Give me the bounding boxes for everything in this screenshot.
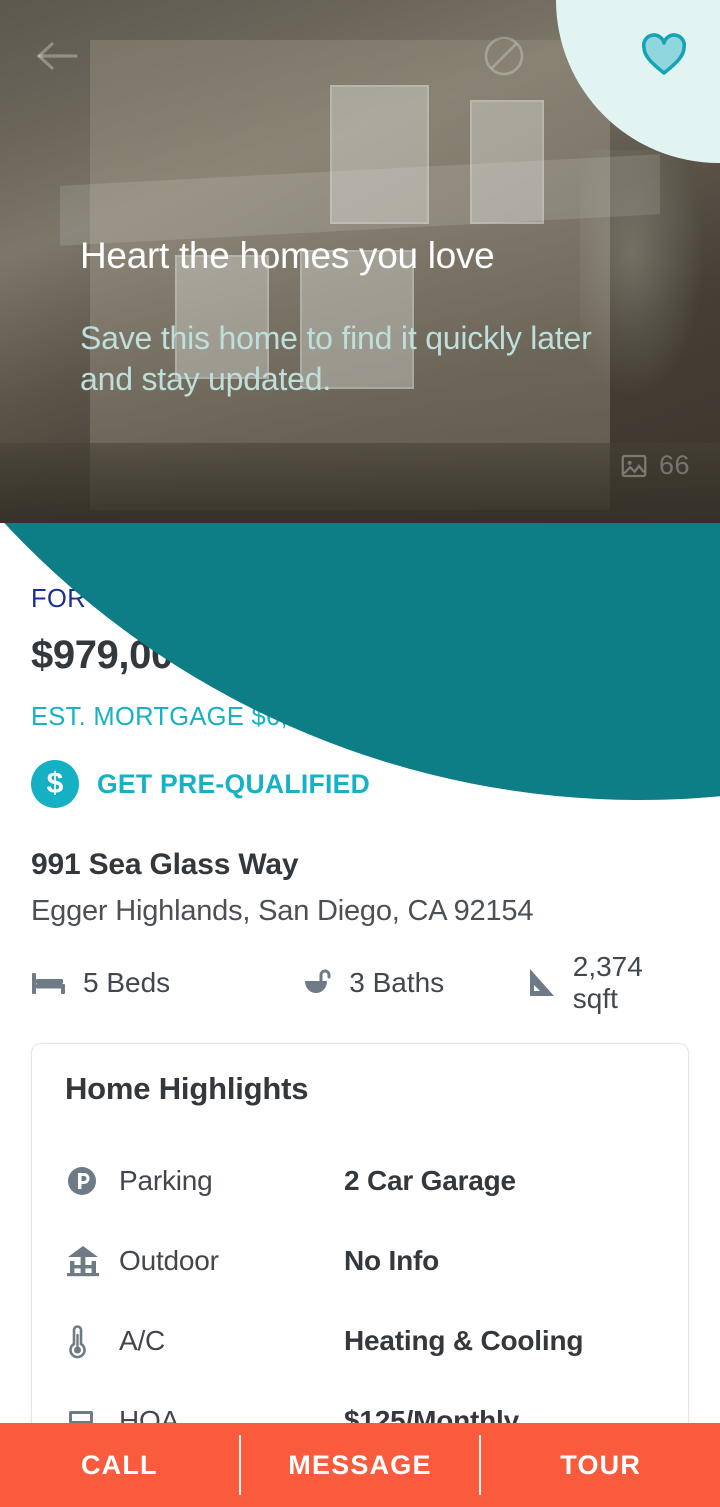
highlight-row-ac: A/C Heating & Cooling	[65, 1318, 655, 1364]
back-arrow-icon[interactable]	[34, 36, 80, 76]
fact-beds-label: 5 Beds	[83, 967, 171, 998]
highlight-row-outdoor: Outdoor No Info	[65, 1238, 655, 1284]
ground	[0, 443, 720, 523]
home-highlights-card: Home Highlights Parking 2 Car Garage Out…	[31, 1043, 689, 1465]
highlight-label-parking: Parking	[119, 1165, 213, 1196]
get-prequalified-button[interactable]: $ GET PRE-QUALIFIED	[31, 760, 370, 808]
top-bar	[0, 0, 720, 110]
thermometer-icon	[65, 1322, 119, 1360]
photo-count-badge[interactable]: 66	[619, 450, 690, 481]
dollar-coin-icon: $	[31, 760, 79, 808]
highlight-row-parking: Parking 2 Car Garage	[65, 1158, 655, 1204]
address-line-2: Egger Highlands, San Diego, CA 92154	[31, 895, 534, 927]
status-row: FOR SALE NEW - 1 DAY AGO 3D VIEW	[31, 585, 546, 614]
action-bar: CALL MESSAGE TOUR	[0, 1423, 720, 1507]
listing-content: FOR SALE NEW - 1 DAY AGO 3D VIEW $979,00…	[0, 523, 720, 1507]
property-detail-screen: 66 FOR SALE NEW - 1 DAY AGO 3D VIEW $979…	[0, 0, 720, 1507]
3d-view-badge[interactable]: 3D VIEW	[438, 585, 546, 614]
highlight-value-parking: 2 Car Garage	[344, 1165, 516, 1196]
fact-area-label: 2,374 sqft	[572, 951, 643, 1014]
outdoor-gazebo-icon	[65, 1244, 119, 1278]
facts-row: 5 Beds 3 Baths 2,374 sqft	[31, 951, 691, 1015]
bed-icon	[31, 969, 67, 997]
call-button[interactable]: CALL	[0, 1423, 239, 1507]
photo-count-label: 66	[658, 450, 690, 480]
get-prequalified-label: GET PRE-QUALIFIED	[97, 768, 371, 799]
price: $979,000	[31, 633, 195, 677]
home-highlights-title: Home Highlights	[65, 1071, 309, 1106]
hide-home-icon[interactable]	[482, 34, 526, 78]
window	[300, 250, 414, 389]
tour-button[interactable]: TOUR	[481, 1423, 720, 1507]
est-mortgage[interactable]: EST. MORTGAGE $6,165/MO*	[31, 703, 391, 732]
photo-gallery-icon	[619, 451, 649, 481]
bath-icon	[301, 968, 333, 998]
area-icon	[527, 967, 557, 999]
highlight-value-outdoor: No Info	[344, 1245, 440, 1276]
address-line-1: 991 Sea Glass Way	[31, 848, 299, 881]
fact-beds: 5 Beds	[31, 967, 301, 999]
highlight-value-ac: Heating & Cooling	[344, 1325, 584, 1356]
status-badge: FOR SALE	[31, 585, 161, 613]
window	[175, 255, 269, 379]
tree	[580, 150, 710, 410]
message-button[interactable]: MESSAGE	[241, 1423, 480, 1507]
highlight-label-outdoor: Outdoor	[119, 1245, 219, 1276]
window	[470, 100, 544, 224]
fact-baths-label: 3 Baths	[349, 967, 445, 998]
parking-icon	[65, 1164, 119, 1198]
fact-baths: 3 Baths	[301, 967, 527, 999]
new-badge: NEW - 1 DAY AGO	[188, 585, 411, 613]
highlight-label-ac: A/C	[119, 1325, 166, 1356]
fact-area: 2,374 sqft	[527, 951, 691, 1015]
